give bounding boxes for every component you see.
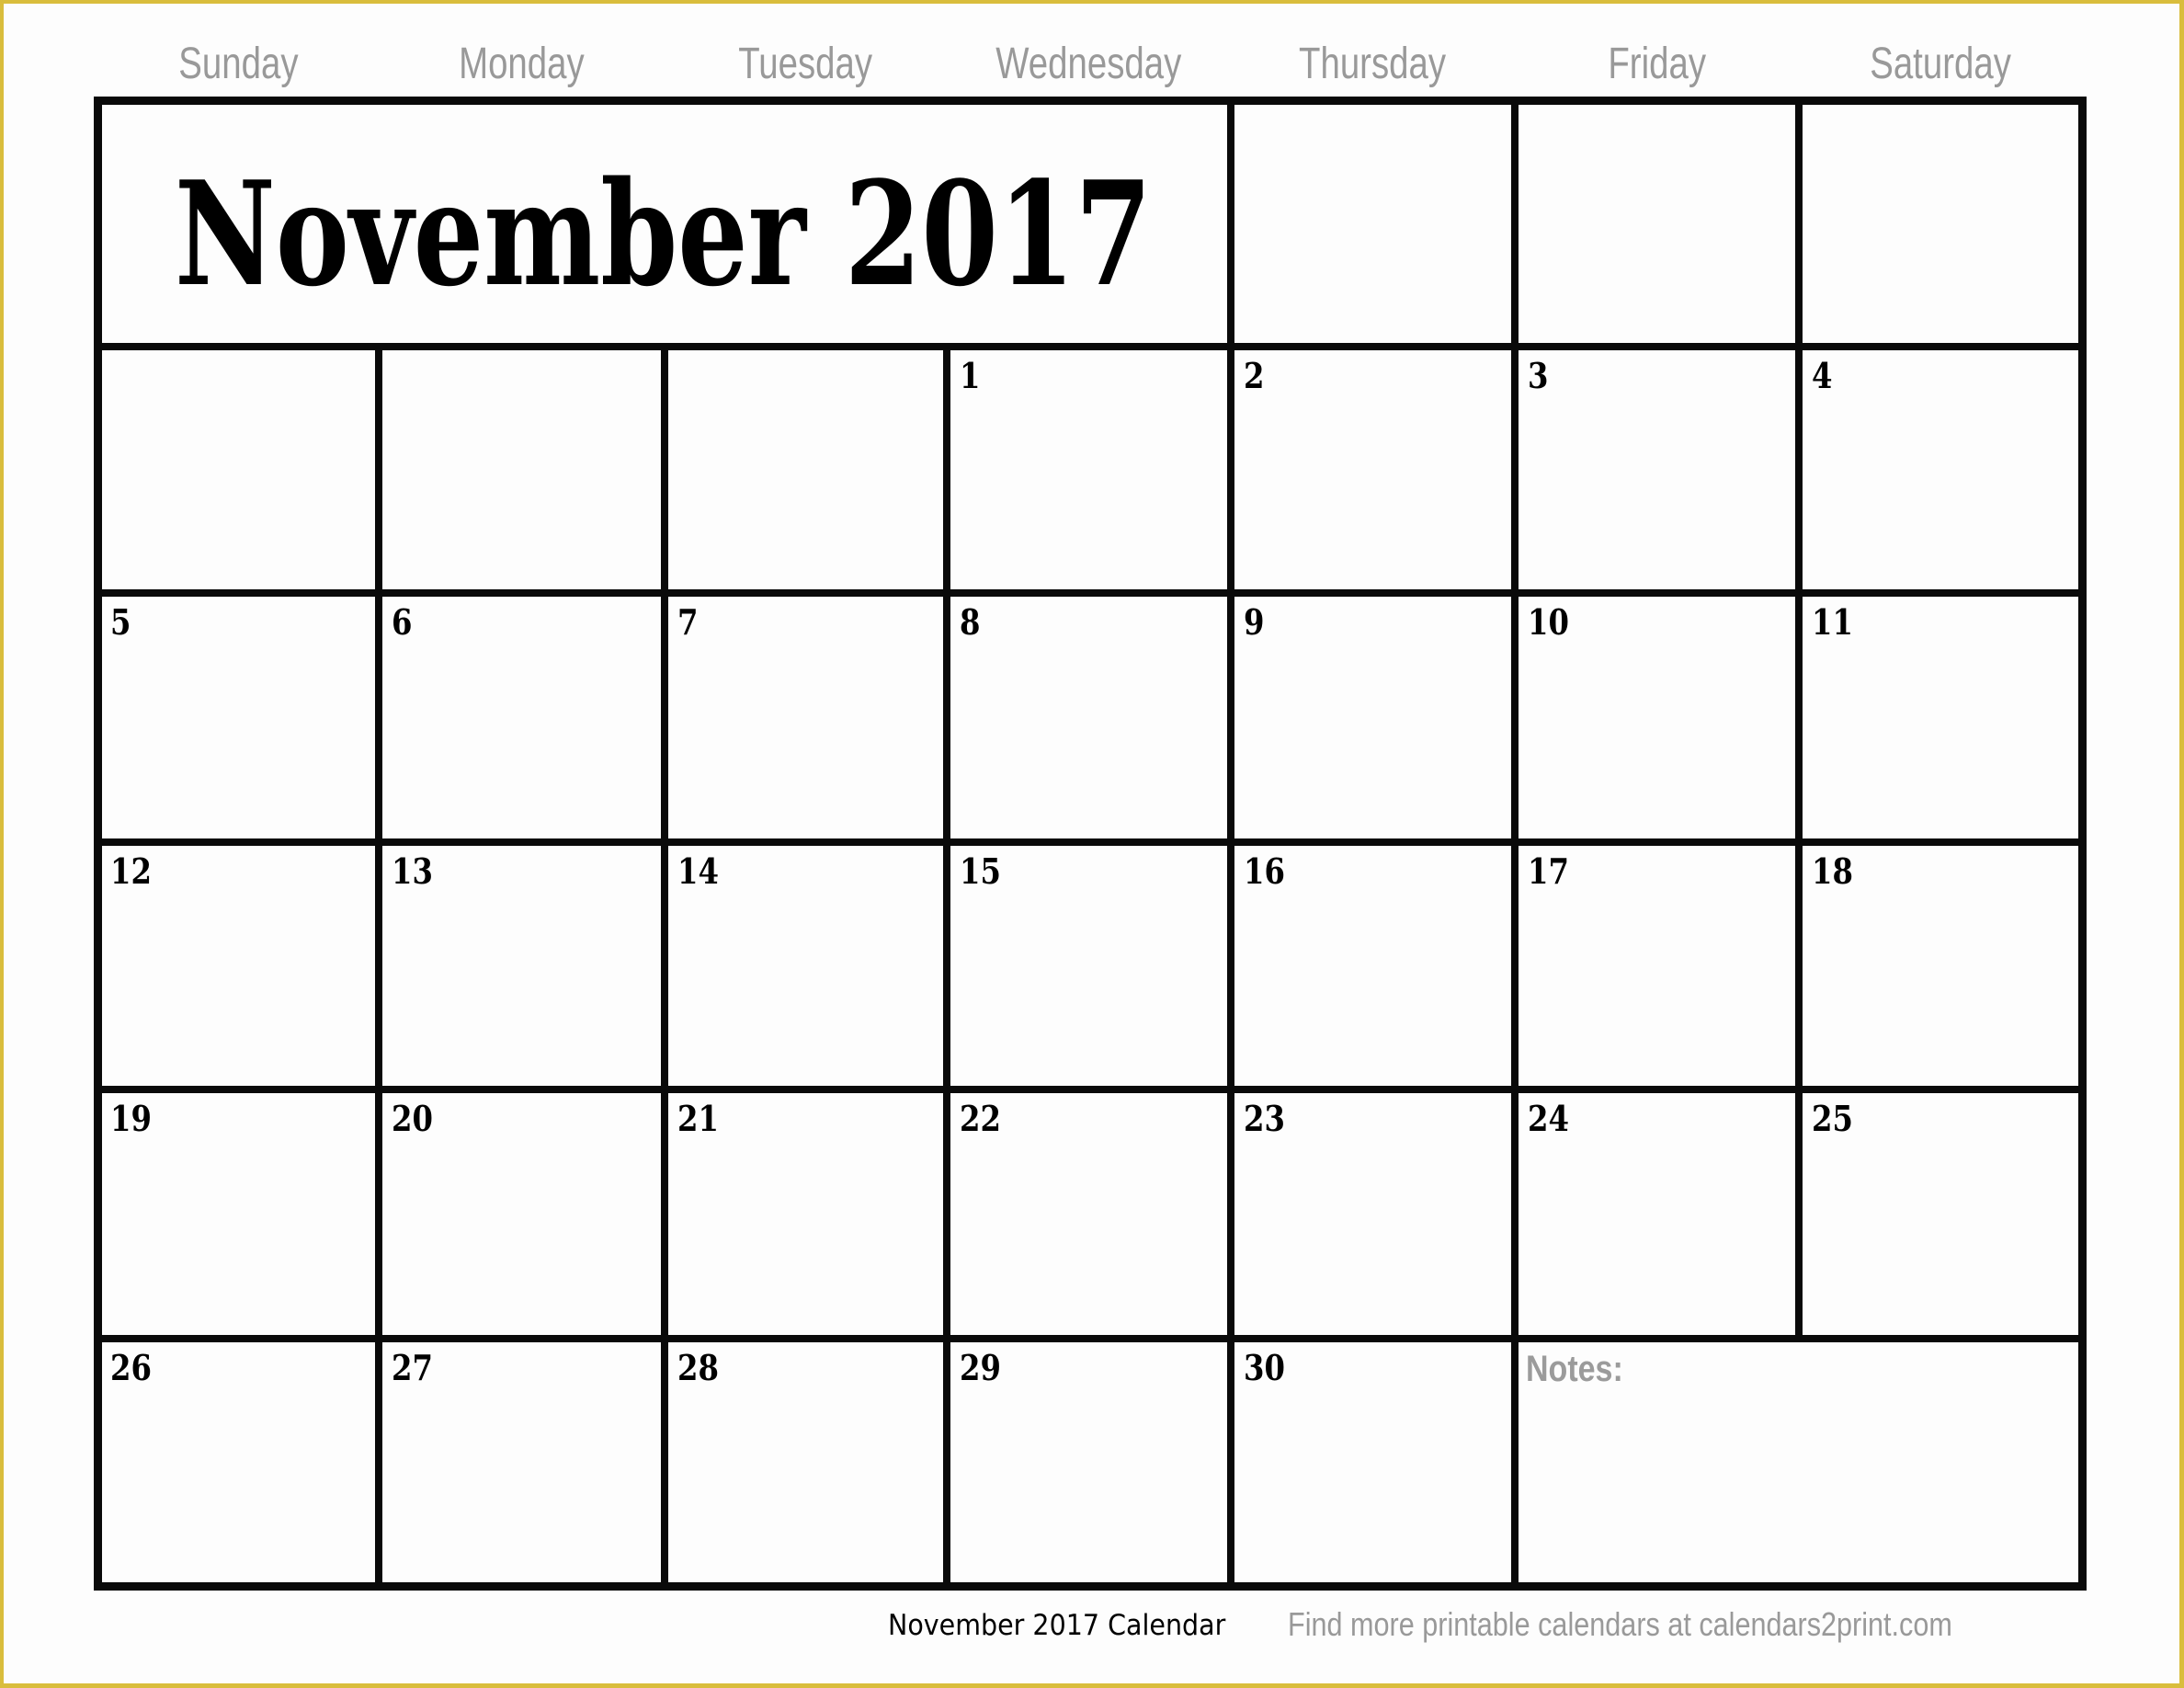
day-number: 14	[677, 850, 719, 892]
weekday-text: Friday	[1608, 40, 1706, 88]
day-cell[interactable]	[383, 598, 660, 838]
day-number: 28	[677, 1347, 719, 1388]
grid-col-divider	[1227, 97, 1234, 350]
footer-caption: November 2017 Calendar	[888, 1609, 1226, 1642]
day-number: 12	[110, 850, 152, 892]
grid-row-divider	[94, 1335, 2086, 1342]
day-number: 27	[392, 1347, 433, 1388]
day-cell[interactable]	[1519, 351, 1794, 588]
day-number: 19	[110, 1098, 152, 1139]
day-number: 22	[960, 1098, 1001, 1139]
day-number: 15	[960, 850, 1001, 892]
weekday-label-monday: Monday	[379, 37, 665, 92]
weekday-text: Sunday	[177, 40, 299, 88]
day-cell[interactable]	[951, 351, 1226, 588]
day-number: 21	[677, 1098, 719, 1139]
day-cell[interactable]	[1803, 351, 2077, 588]
grid-col-divider	[1795, 97, 1803, 350]
day-number: 24	[1528, 1098, 1569, 1139]
day-number: 5	[110, 601, 131, 643]
day-number: 6	[392, 601, 413, 643]
weekday-text: Wednesday	[995, 40, 1182, 88]
day-number: 10	[1528, 601, 1569, 643]
day-cell[interactable]	[102, 598, 374, 838]
grid-row-divider	[94, 343, 2086, 350]
grid-row-divider	[94, 1086, 2086, 1093]
footer-promo-link[interactable]: Find more printable calendars at calenda…	[1288, 1605, 1952, 1644]
grid-col-divider	[943, 343, 950, 1590]
empty-day-cell	[383, 351, 660, 588]
grid-border-top	[93, 96, 2087, 105]
day-number: 29	[960, 1347, 1001, 1388]
weekday-text: Monday	[459, 40, 585, 88]
weekday-text: Tuesday	[738, 40, 873, 88]
day-cell[interactable]	[669, 598, 942, 838]
weekday-label-tuesday: Tuesday	[665, 37, 947, 92]
weekday-label-sunday: Sunday	[97, 37, 379, 92]
notes-label: Notes:	[1526, 1349, 1623, 1389]
weekday-label-saturday: Saturday	[1799, 37, 2082, 92]
grid-col-divider	[661, 343, 668, 1590]
grid-col-divider	[1795, 343, 1803, 1342]
day-number: 13	[392, 850, 433, 892]
weekday-text: Saturday	[1870, 40, 2011, 88]
grid-row-divider	[94, 838, 2086, 846]
day-number: 20	[392, 1098, 433, 1139]
day-number: 1	[960, 355, 981, 396]
day-number: 9	[1244, 601, 1265, 643]
day-cell[interactable]	[951, 598, 1226, 838]
grid-col-divider	[375, 343, 382, 1590]
grid-border-bottom	[93, 1581, 2087, 1591]
weekday-label-thursday: Thursday	[1231, 37, 1515, 92]
day-number: 18	[1812, 850, 1853, 892]
grid-col-divider	[1227, 343, 1234, 1590]
day-number: 26	[110, 1347, 152, 1388]
grid-row-divider	[94, 589, 2086, 597]
day-number: 2	[1244, 355, 1265, 396]
day-number: 3	[1528, 355, 1549, 396]
day-number: 4	[1812, 355, 1833, 396]
empty-day-cell	[669, 351, 942, 588]
day-number: 7	[677, 601, 699, 643]
grid-col-divider	[1511, 97, 1519, 350]
empty-day-cell	[102, 351, 374, 588]
day-cell[interactable]	[1235, 351, 1510, 588]
weekday-label-friday: Friday	[1515, 37, 1799, 92]
day-number: 17	[1528, 850, 1569, 892]
month-title: November 2017	[175, 150, 1153, 318]
grid-col-divider	[1511, 343, 1519, 1590]
weekday-label-wednesday: Wednesday	[947, 37, 1231, 92]
day-number: 8	[960, 601, 981, 643]
day-number: 25	[1812, 1098, 1853, 1139]
weekday-text: Thursday	[1299, 40, 1447, 88]
day-number: 11	[1812, 601, 1853, 643]
day-number: 30	[1244, 1347, 1285, 1388]
day-number: 23	[1244, 1098, 1285, 1139]
day-cell[interactable]	[1235, 598, 1510, 838]
day-number: 16	[1244, 850, 1285, 892]
